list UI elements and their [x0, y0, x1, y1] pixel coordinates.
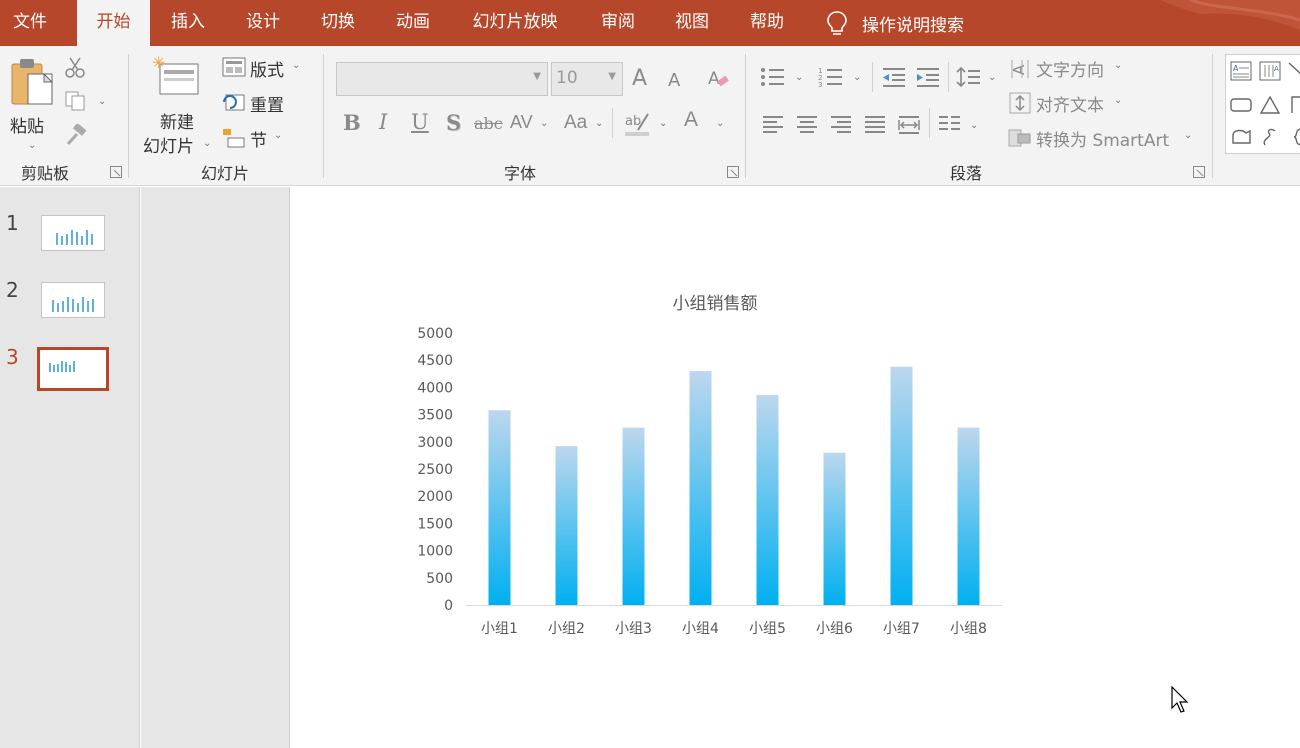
x-tick-label: 小组6: [816, 621, 853, 637]
y-tick-label: 4500: [417, 353, 453, 369]
chart[interactable]: 0 500 1000 1500 2000 2500 3000 3500 4000 4500 5000…: [0, 0, 1300, 748]
chart-bars: [488, 366, 980, 605]
chart-bar[interactable]: [890, 366, 913, 605]
x-tick-label: 小组5: [749, 621, 786, 637]
chart-bar[interactable]: [555, 446, 578, 605]
x-tick-label: 小组2: [548, 621, 585, 637]
y-tick-label: 3500: [417, 408, 453, 424]
chart-bar[interactable]: [622, 427, 645, 605]
y-tick-label: 4000: [417, 380, 453, 396]
chart-bar[interactable]: [823, 452, 846, 605]
chart-bar[interactable]: [689, 371, 712, 605]
y-tick-label: 1000: [417, 544, 453, 560]
x-tick-label: 小组1: [481, 621, 518, 637]
y-tick-label: 0: [444, 598, 453, 614]
y-tick-label: 2000: [417, 489, 453, 505]
chart-bar[interactable]: [488, 410, 511, 605]
x-tick-label: 小组4: [682, 621, 719, 637]
x-tick-label: 小组7: [883, 621, 920, 637]
y-tick-label: 2500: [417, 462, 453, 478]
chart-bar[interactable]: [957, 427, 980, 605]
y-tick-label: 5000: [417, 326, 453, 342]
y-tick-label: 3000: [417, 435, 453, 451]
y-tick-label: 500: [426, 571, 453, 587]
chart-bar[interactable]: [756, 395, 779, 605]
y-tick-label: 1500: [417, 516, 453, 532]
mouse-cursor-icon: [1171, 686, 1189, 713]
x-tick-label: 小组3: [615, 621, 652, 637]
x-tick-label: 小组8: [950, 621, 987, 637]
